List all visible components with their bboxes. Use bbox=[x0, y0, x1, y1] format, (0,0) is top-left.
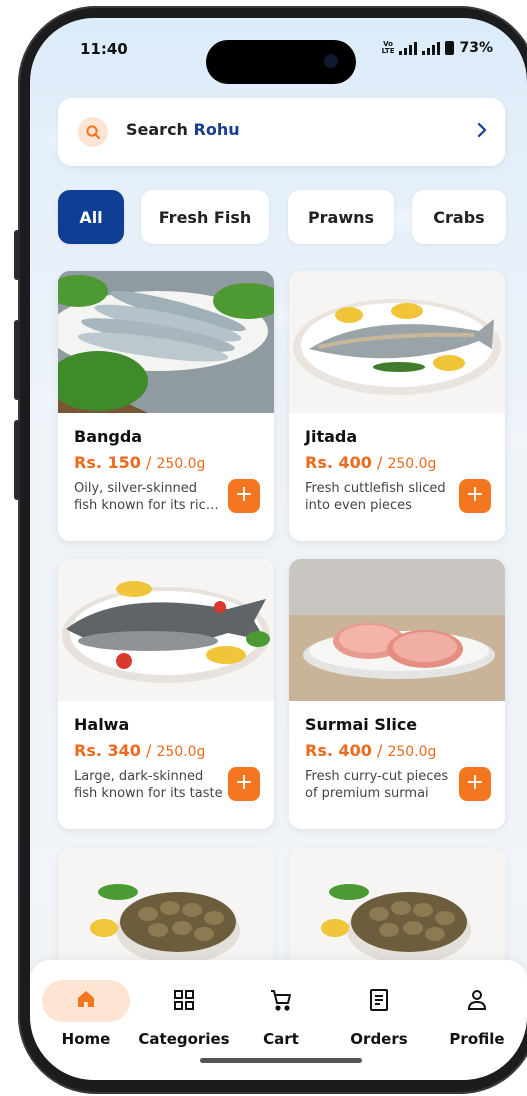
volume-down-button bbox=[14, 320, 20, 400]
category-chip-fresh-fish[interactable]: Fresh Fish bbox=[141, 190, 269, 244]
volte-icon: Vo LTE bbox=[381, 40, 395, 55]
dynamic-island bbox=[206, 40, 356, 84]
nav-label: Orders bbox=[350, 1030, 408, 1048]
product-image bbox=[289, 271, 505, 413]
add-to-cart-button[interactable]: + bbox=[228, 479, 260, 513]
category-chip-all[interactable]: All bbox=[58, 190, 124, 244]
volume-up-button bbox=[14, 230, 20, 280]
cart-icon bbox=[269, 988, 293, 1016]
search-keyword: Rohu bbox=[193, 120, 240, 139]
product-card-surmai-slice[interactable]: Surmai Slice Rs. 400 / 250.0g Fresh curr… bbox=[289, 559, 505, 829]
product-description: Fresh cuttlefish sliced into even pieces bbox=[305, 481, 446, 513]
side-button bbox=[14, 420, 20, 500]
category-chip-crabs[interactable]: Crabs bbox=[412, 190, 506, 244]
status-icons: Vo LTE 73% bbox=[382, 40, 493, 56]
search-placeholder: Search Rohu bbox=[126, 120, 240, 139]
product-price: Rs. 400 / 250.0g bbox=[305, 741, 437, 760]
product-image bbox=[58, 559, 274, 701]
home-icon bbox=[75, 988, 97, 1014]
product-price: Rs. 400 / 250.0g bbox=[305, 453, 437, 472]
add-to-cart-button[interactable]: + bbox=[459, 479, 491, 513]
search-icon bbox=[78, 117, 108, 147]
signal-icon bbox=[422, 41, 441, 55]
battery-icon bbox=[445, 41, 455, 55]
product-name: Surmai Slice bbox=[305, 715, 418, 734]
search-bar[interactable]: Search Rohu bbox=[58, 98, 505, 166]
nav-orders[interactable]: Orders bbox=[329, 960, 429, 1060]
app-screen: 11:40 Vo LTE 73% Search Rohu All Fresh F… bbox=[30, 18, 527, 1080]
product-description: Oily, silver-skinned fish known for its … bbox=[74, 481, 215, 513]
profile-icon bbox=[466, 988, 488, 1016]
product-price: Rs. 340 / 250.0g bbox=[74, 741, 206, 760]
product-description: Large, dark-skinned fish known for its t… bbox=[74, 769, 223, 801]
product-name: Halwa bbox=[74, 715, 130, 734]
product-name: Jitada bbox=[305, 427, 358, 446]
product-image bbox=[289, 559, 505, 701]
product-image bbox=[58, 271, 274, 413]
orders-icon bbox=[368, 988, 390, 1016]
nav-home[interactable]: Home bbox=[36, 960, 136, 1060]
category-chip-prawns[interactable]: Prawns bbox=[288, 190, 394, 244]
nav-label: Home bbox=[61, 1030, 111, 1048]
product-card-jitada[interactable]: Jitada Rs. 400 / 250.0g Fresh cuttlefish… bbox=[289, 271, 505, 541]
product-card-halwa[interactable]: Halwa Rs. 340 / 250.0g Large, dark-skinn… bbox=[58, 559, 274, 829]
add-to-cart-button[interactable]: + bbox=[228, 767, 260, 801]
nav-label: Profile bbox=[449, 1030, 505, 1048]
grid-icon bbox=[172, 988, 196, 1016]
chevron-right-icon bbox=[475, 120, 489, 144]
nav-label: Cart bbox=[263, 1030, 299, 1048]
product-description: Fresh curry-cut pieces of premium surmai bbox=[305, 769, 449, 801]
add-to-cart-button[interactable]: + bbox=[459, 767, 491, 801]
product-name: Bangda bbox=[74, 427, 143, 446]
nav-label: Categories bbox=[138, 1030, 230, 1048]
home-indicator bbox=[200, 1058, 362, 1063]
nav-categories[interactable]: Categories bbox=[134, 960, 234, 1060]
product-card-bangda[interactable]: Bangda Rs. 150 / 250.0g Oily, silver-ski… bbox=[58, 271, 274, 541]
signal-icon bbox=[399, 41, 418, 55]
product-price: Rs. 150 / 250.0g bbox=[74, 453, 206, 472]
battery-level: 73% bbox=[459, 40, 493, 56]
nav-cart[interactable]: Cart bbox=[231, 960, 331, 1060]
camera-icon bbox=[324, 54, 338, 68]
nav-profile[interactable]: Profile bbox=[427, 960, 527, 1060]
status-time: 11:40 bbox=[80, 40, 128, 58]
